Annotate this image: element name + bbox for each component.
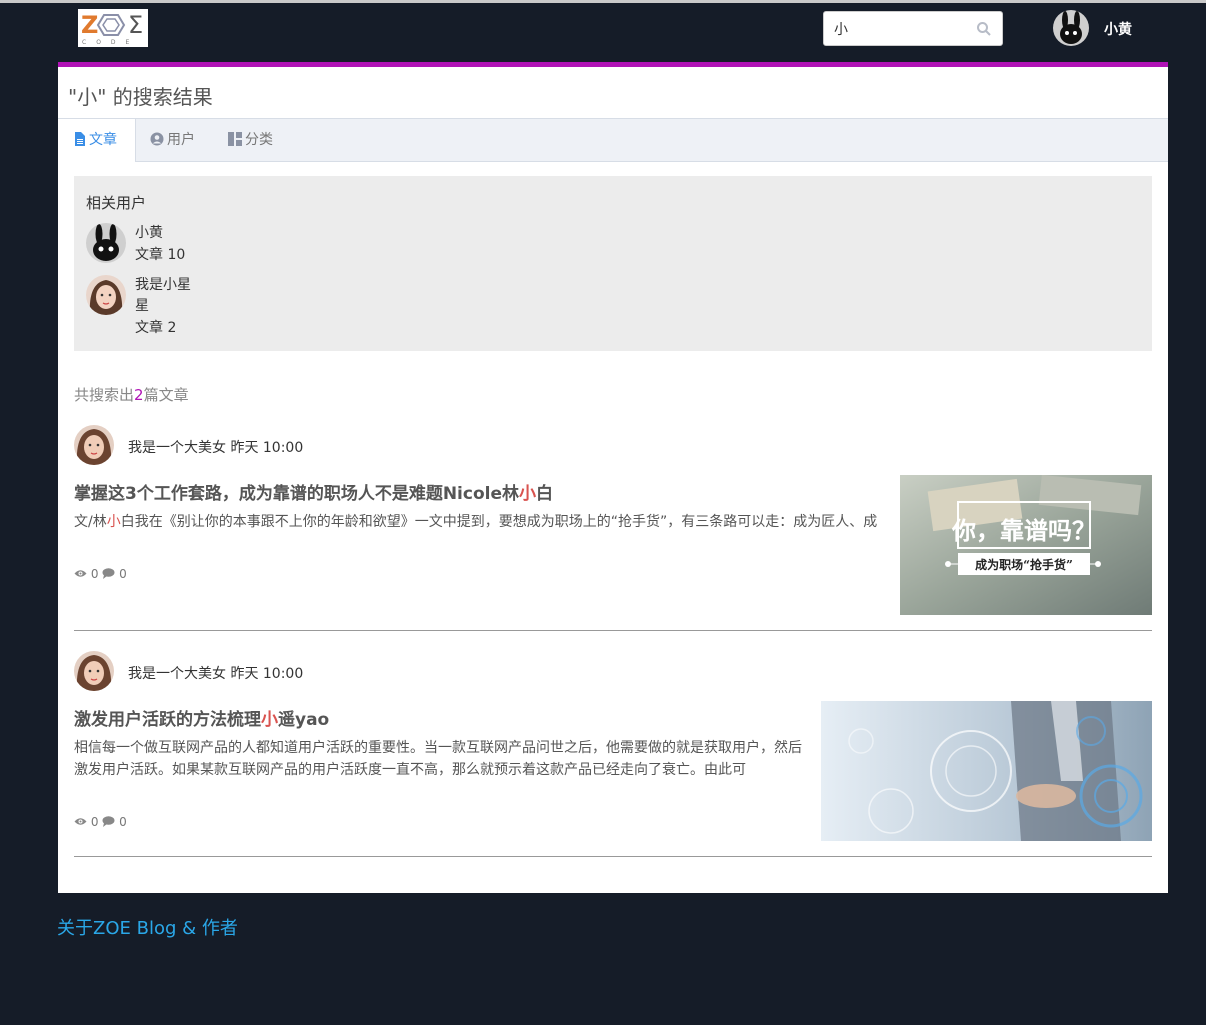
related-users-heading: 相关用户 [86, 194, 147, 212]
view-count: 0 [90, 815, 99, 829]
file-icon [75, 132, 85, 146]
user-circle-icon [150, 132, 164, 146]
post-excerpt: 文/林小白我在《别让你的本事跟不上你的年龄和欲望》一文中提到，要想成为职场上的“… [74, 514, 878, 530]
search-highlight: 小 [106, 514, 121, 530]
tab-users[interactable]: 用户 [150, 119, 195, 161]
thumb-main-text: 你，靠谱吗？ [951, 517, 1096, 545]
header-username[interactable]: 小黄 [1104, 19, 1132, 39]
search-icon[interactable] [976, 21, 992, 37]
comment-icon [102, 568, 115, 579]
result-count-number: 2 [134, 386, 144, 404]
site-logo[interactable]: Z Σ CODE [78, 9, 148, 47]
result-tabs: 文章 用户 分类 [58, 118, 1168, 162]
eye-icon [74, 818, 87, 825]
tab-categories-label: 分类 [245, 132, 273, 148]
view-count: 0 [90, 567, 99, 581]
result-count-prefix: 共搜索出 [74, 386, 135, 404]
related-user-article-count: 文章 10 [135, 247, 186, 263]
post-title[interactable]: 激发用户活跃的方法梳理小遥yao [74, 705, 329, 730]
search-highlight: 小 [261, 710, 278, 730]
search-box[interactable] [823, 11, 1003, 46]
bunny-avatar[interactable] [86, 223, 126, 263]
post-item: 我是一个大美女 昨天 10:00 激发用户活跃的方法梳理小遥yao 相信每一个做… [74, 651, 1152, 857]
user-avatar[interactable] [1053, 10, 1089, 46]
search-input[interactable] [834, 19, 974, 39]
related-user-article-count: 文章 2 [135, 320, 177, 336]
window-top-border [0, 0, 1206, 3]
post-stats: 0 0 [74, 815, 127, 829]
post-divider [74, 630, 1152, 631]
search-highlight: 小 [519, 484, 536, 504]
post-meta: 我是一个大美女 昨天 10:00 [128, 437, 303, 457]
result-count-suffix: 篇文章 [143, 386, 189, 404]
post-excerpt: 相信每一个做互联网产品的人都知道用户活跃的重要性。当一款互联网产品问世之后，他需… [74, 740, 802, 778]
thumb-sub-text: 成为职场“抢手货” [975, 557, 1073, 572]
related-user-name[interactable]: 小黄 [135, 223, 195, 244]
columns-icon [228, 132, 242, 146]
related-user-name[interactable]: 我是小星星 [135, 275, 195, 317]
post-thumbnail[interactable] [821, 701, 1152, 841]
comment-count: 0 [119, 815, 127, 829]
about-link[interactable]: 关于ZOE Blog & 作者 [57, 914, 238, 940]
result-count: 共搜索出2篇文章 [74, 384, 189, 405]
svg-text:Z: Z [81, 11, 98, 39]
post-thumbnail[interactable]: 你，靠谱吗？ 成为职场“抢手货” [900, 475, 1152, 615]
tab-articles-label: 文章 [89, 132, 117, 148]
page-title: "小" 的搜索结果 [68, 85, 213, 109]
post-author[interactable]: 我是一个大美女 [128, 666, 226, 682]
comment-count: 0 [119, 567, 127, 581]
author-avatar[interactable] [74, 651, 114, 691]
post-meta: 我是一个大美女 昨天 10:00 [128, 663, 303, 683]
author-avatar[interactable] [74, 425, 114, 465]
tab-categories[interactable]: 分类 [228, 119, 273, 161]
tab-articles[interactable]: 文章 [58, 119, 136, 162]
tab-users-label: 用户 [167, 132, 195, 148]
svg-text:CODE: CODE [82, 39, 139, 46]
related-users-panel: 相关用户 小黄 文章 10 我是小星星 文章 2 [74, 176, 1152, 351]
post-stats: 0 0 [74, 567, 127, 581]
post-author[interactable]: 我是一个大美女 [128, 440, 226, 456]
svg-text:Σ: Σ [128, 11, 143, 39]
search-results-card: "小" 的搜索结果 文章 用户 分类 相关用户 小黄 文章 10 我是小星星 文… [58, 62, 1168, 893]
post-time: 昨天 10:00 [230, 440, 304, 456]
eye-icon [74, 570, 87, 577]
post-title[interactable]: 掌握这3个工作套路，成为靠谱的职场人不是难题Nicole林小白 [74, 479, 553, 504]
post-time: 昨天 10:00 [230, 666, 304, 682]
comment-icon [102, 816, 115, 827]
card-accent-bar [58, 62, 1168, 67]
post-divider [74, 856, 1152, 857]
post-item: 我是一个大美女 昨天 10:00 掌握这3个工作套路，成为靠谱的职场人不是难题N… [74, 425, 1152, 631]
girl-avatar[interactable] [86, 275, 126, 315]
